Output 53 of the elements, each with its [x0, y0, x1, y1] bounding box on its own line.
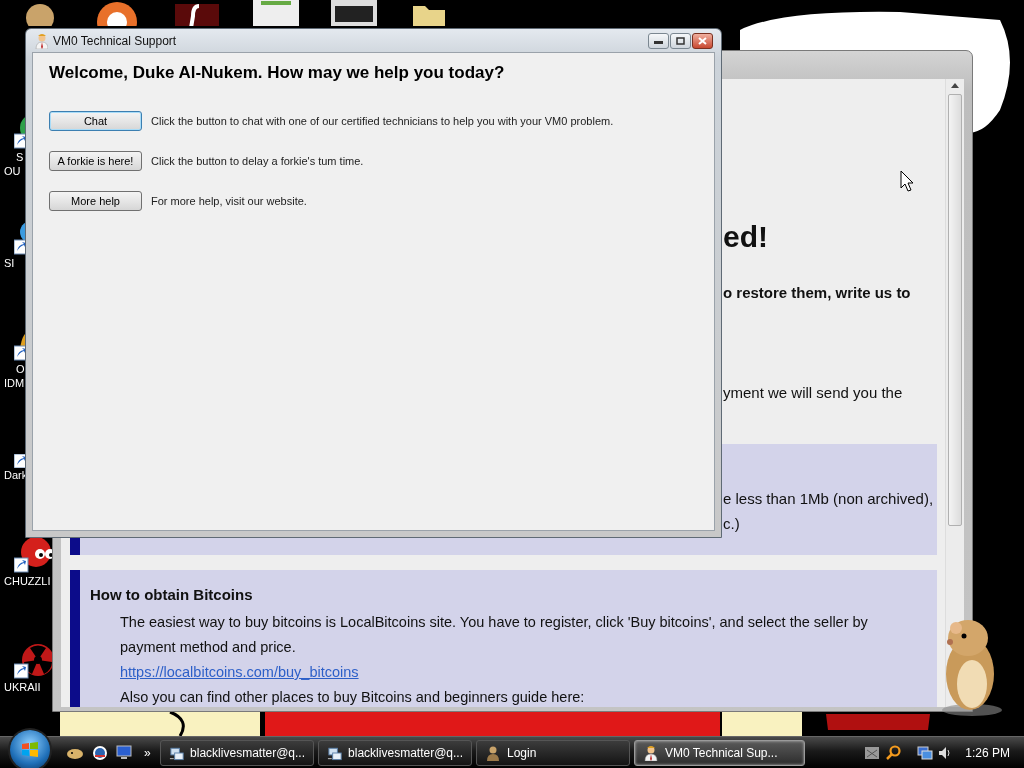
taskbar-button[interactable]: VM0 Technical Sup...: [634, 739, 805, 766]
bitcoin-link[interactable]: https://localbitcoins.com/buy_bitcoins: [120, 660, 359, 685]
windows-logo-icon: [21, 740, 39, 759]
show-desktop-button[interactable]: [116, 745, 132, 760]
page-text: yment we will send you the: [723, 383, 903, 403]
more-items-chevron[interactable]: »: [144, 745, 158, 760]
app-icon: [253, 0, 299, 26]
close-icon: [698, 36, 707, 45]
action-button[interactable]: More help: [49, 191, 142, 211]
info-text: Also you can find other places to buy Bitcoins and beginners guide here:: [120, 688, 585, 707]
scrollbar-thumb[interactable]: [948, 94, 962, 526]
network-icon: [917, 744, 934, 761]
window-title: VM0 Technical Support: [53, 33, 178, 48]
volume-icon: [938, 745, 953, 760]
monitor-icon: [116, 745, 132, 760]
desktop-icon-label[interactable]: IDM: [0, 376, 25, 390]
taskbar-button[interactable]: blacklivesmatter@q...: [160, 739, 314, 766]
cursor-icon: [900, 170, 914, 192]
close-button[interactable]: [692, 32, 713, 49]
desktop-icon-label[interactable]: OU: [0, 164, 21, 178]
desktop-icon-label[interactable]: UKRAII: [0, 680, 41, 694]
maximize-button[interactable]: [670, 32, 691, 49]
action-button[interactable]: Chat: [49, 111, 142, 131]
action-description: For more help, visit our website.: [151, 195, 307, 207]
maximize-icon: [676, 36, 685, 45]
taskbar-button[interactable]: Login: [476, 739, 630, 766]
tray-app-icon: [864, 744, 881, 761]
notice-text: e less than 1Mb (non archived),: [723, 489, 934, 509]
desktop-icon-label[interactable]: CHUZZLI: [0, 574, 51, 588]
page-text: o restore them, write us to: [723, 283, 911, 303]
minimize-button[interactable]: [648, 32, 669, 49]
person-icon: [485, 744, 501, 761]
badge-icon: [92, 744, 108, 761]
quick-launch-button[interactable]: [92, 744, 108, 761]
desktop-icon-label[interactable]: SI: [0, 256, 15, 270]
info-box-title: How to obtain Bitcoins: [90, 585, 253, 605]
welcome-heading: Welcome, Duke Al-Nukem. How may we help you today?: [49, 62, 505, 84]
notice-text: c.): [723, 514, 740, 534]
info-paragraph: The easiest way to buy bitcoins is LocalBitcoins site. You have to register, click 'Buy bitcoins', and select the seller by payment method and price.: [120, 613, 869, 657]
start-button[interactable]: [10, 729, 50, 768]
taskbar-button[interactable]: blacklivesmatter@q...: [318, 739, 472, 766]
scroll-up-icon: [951, 83, 959, 88]
action-description: Click the button to delay a forkie's tum time.: [151, 155, 364, 167]
desktop-icon-label[interactable]: S: [0, 150, 24, 164]
search-icon: [885, 744, 902, 761]
support-agent-icon: [34, 32, 48, 49]
action-button[interactable]: A forkie is here!: [49, 151, 142, 171]
app-icon: [331, 0, 377, 26]
clock: 1:26 PM: [965, 745, 1010, 760]
page-heading: ed!: [723, 219, 768, 255]
person-icon: [643, 744, 659, 761]
desktop-icon-label[interactable]: O: [0, 362, 25, 376]
action-description: Click the button to chat with one of our certified technicians to help you with your VM0 problem.: [151, 115, 614, 127]
